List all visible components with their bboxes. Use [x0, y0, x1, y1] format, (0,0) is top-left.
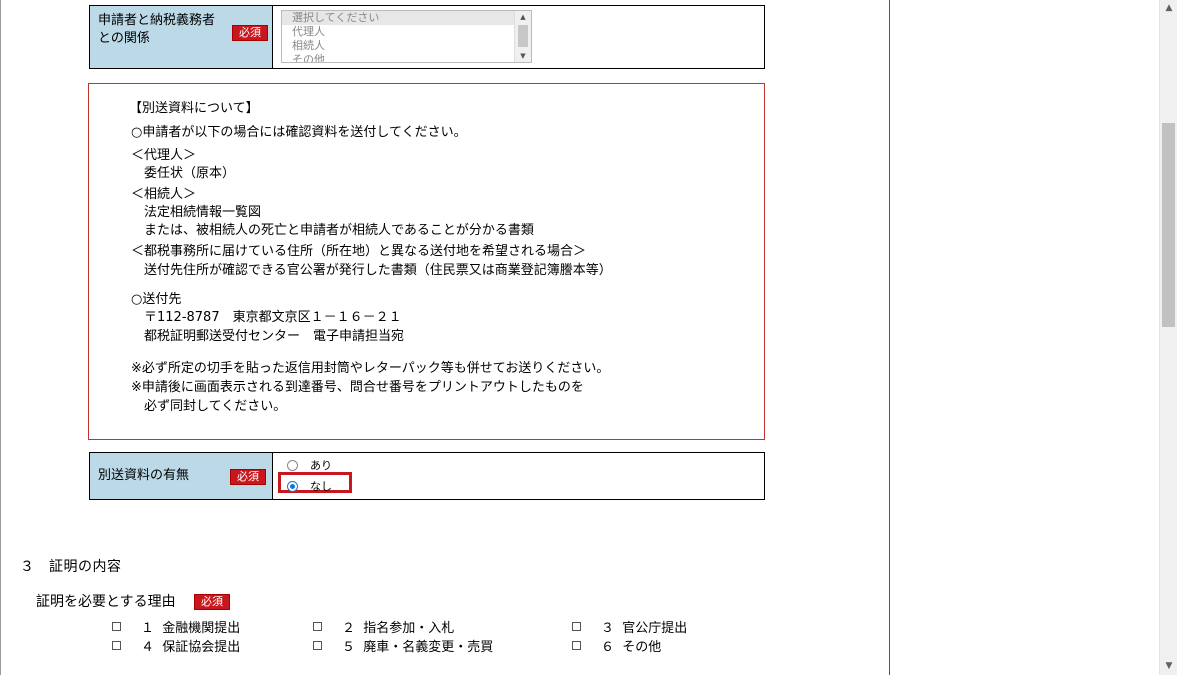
notice-note1: ※必ず所定の切手を貼った返信用封筒やレターパック等も併せてお送りください。: [131, 361, 610, 376]
notice-note2: ※申請後に画面表示される到達番号、問合せ番号をプリントアウトしたものを: [131, 380, 584, 395]
reason-checkbox[interactable]: [572, 622, 581, 631]
scroll-down-icon[interactable]: ▼: [515, 50, 531, 62]
radio-no[interactable]: [287, 480, 298, 492]
reason-checkbox[interactable]: [112, 641, 121, 650]
notice-agent-title: ＜代理人＞: [131, 148, 197, 163]
listbox-scrollbar[interactable]: ▲ ▼: [514, 11, 531, 62]
right-blank-area: [890, 0, 1160, 675]
scroll-down-icon[interactable]: ▼: [1160, 658, 1177, 675]
reason-checkbox-item[interactable]: ４ 保証協会提出: [112, 636, 240, 655]
notice-heir-doc2: または、被相続人の死亡と申請者が相続人であることが分かる書類: [144, 223, 534, 238]
relationship-label: 申請者と納税義務者 との関係 必須: [90, 6, 273, 68]
listbox-option[interactable]: 代理人: [282, 25, 531, 39]
separate-docs-field: あり なし: [273, 453, 764, 499]
reason-num: ４: [141, 640, 155, 655]
reason-num: ３: [601, 621, 615, 636]
reason-title: 証明を必要とする理由 必須: [36, 591, 231, 611]
reason-checkbox[interactable]: [112, 622, 121, 631]
reason-checkbox[interactable]: [572, 641, 581, 650]
notice-agent-doc: 委任状（原本）: [144, 166, 236, 181]
radio-option-yes[interactable]: あり: [287, 457, 332, 473]
notice-send-center: 都税証明郵送受付センター 電子申請担当宛: [144, 329, 405, 344]
reason-num: ２: [342, 621, 356, 636]
separate-docs-label: 別送資料の有無 必須: [90, 453, 273, 499]
reason-title-text: 証明を必要とする理由: [36, 594, 176, 610]
listbox-option[interactable]: 相続人: [282, 39, 531, 53]
reason-checkbox-item[interactable]: ２ 指名参加・入札: [313, 617, 454, 636]
reason-checkbox[interactable]: [313, 622, 322, 631]
page-scrollbar[interactable]: ▲ ▼: [1159, 0, 1177, 675]
page-scroll-thumb[interactable]: [1162, 123, 1175, 327]
reason-checkbox-item[interactable]: ６ その他: [572, 636, 661, 655]
form-page: 申請者と納税義務者 との関係 必須 選択してください 代理人 相続人 その他 ▲…: [0, 0, 890, 675]
separate-docs-notice: 【別送資料について】 ○申請者が以下の場合には確認資料を送付してください。 ＜代…: [88, 83, 765, 440]
listbox-option[interactable]: その他: [282, 53, 531, 62]
notice-address-title: ＜都税事務所に届けている住所（所在地）と異なる送付地を希望される場合＞: [131, 244, 587, 259]
radio-yes-label: あり: [310, 459, 332, 472]
notice-heading: 【別送資料について】: [129, 101, 259, 116]
reason-label: 保証協会提出: [162, 640, 241, 655]
radio-yes[interactable]: [287, 459, 298, 471]
scroll-up-icon[interactable]: ▲: [515, 11, 531, 23]
section-title: ３ 証明の内容: [20, 559, 122, 575]
reason-num: １: [141, 621, 155, 636]
reason-label: その他: [622, 640, 662, 655]
required-badge: 必須: [194, 594, 231, 610]
required-badge: 必須: [230, 469, 266, 485]
relationship-row: 申請者と納税義務者 との関係 必須 選択してください 代理人 相続人 その他 ▲…: [89, 5, 765, 69]
notice-intro: ○申請者が以下の場合には確認資料を送付してください。: [131, 125, 467, 140]
notice-address-doc: 送付先住所が確認できる官公署が発行した書類（住民票又は商業登記簿謄本等）: [144, 263, 612, 278]
reason-checkbox-item[interactable]: １ 金融機関提出: [112, 617, 240, 636]
notice-note3: 必ず同封してください。: [144, 399, 287, 414]
listbox-scroll-thumb[interactable]: [518, 25, 528, 47]
radio-option-no[interactable]: なし: [287, 478, 332, 494]
separate-docs-row: 別送資料の有無 必須 あり なし: [89, 452, 765, 500]
reason-num: ５: [342, 640, 356, 655]
reason-label: 廃車・名義変更・売買: [363, 640, 494, 655]
notice-send-title: ○送付先: [131, 292, 182, 307]
notice-send-address: 〒112-8787 東京都文京区１－１６－２１: [144, 310, 402, 325]
listbox-option[interactable]: 選択してください: [282, 11, 514, 25]
relationship-listbox[interactable]: 選択してください 代理人 相続人 その他 ▲ ▼: [281, 10, 532, 63]
required-badge: 必須: [232, 25, 268, 41]
reason-checkbox-item[interactable]: ５ 廃車・名義変更・売買: [313, 636, 493, 655]
reason-checkbox[interactable]: [313, 641, 322, 650]
reason-label: 官公庁提出: [622, 621, 688, 636]
reason-label: 金融機関提出: [162, 621, 241, 636]
radio-no-label: なし: [310, 480, 332, 493]
notice-heir-title: ＜相続人＞: [131, 187, 197, 202]
reason-num: ６: [601, 640, 615, 655]
relationship-field: 選択してください 代理人 相続人 その他 ▲ ▼: [273, 6, 764, 68]
scroll-up-icon[interactable]: ▲: [1160, 0, 1177, 17]
reason-label: 指名参加・入札: [363, 621, 455, 636]
reason-checkbox-item[interactable]: ３ 官公庁提出: [572, 617, 687, 636]
notice-heir-doc1: 法定相続情報一覧図: [144, 205, 262, 220]
